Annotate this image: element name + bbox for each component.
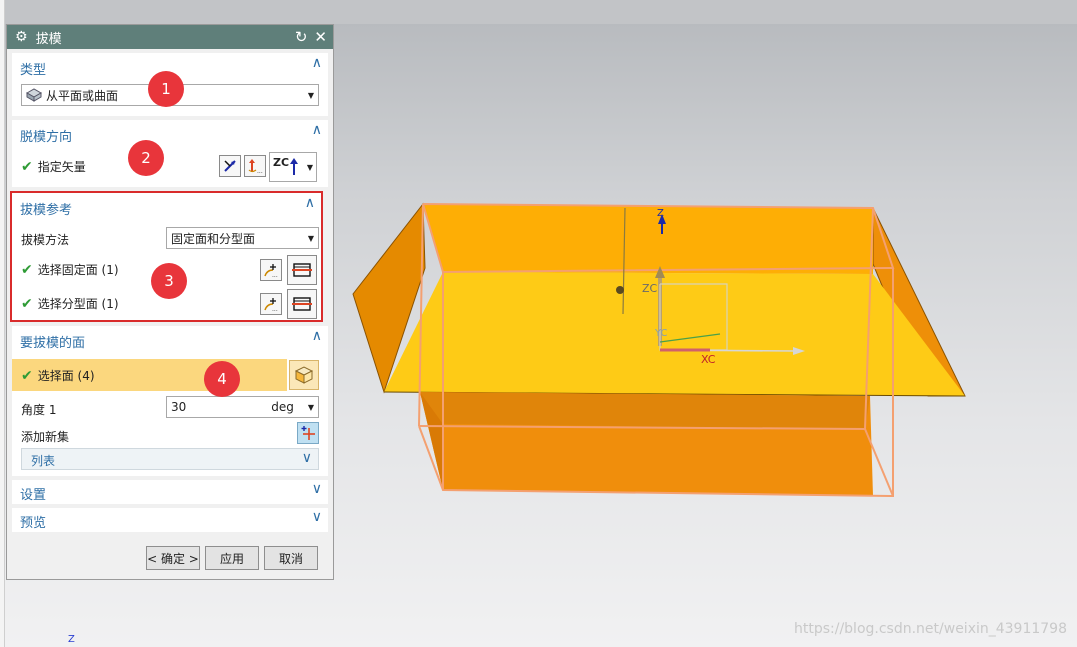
face-selector-icon: ... bbox=[264, 298, 278, 312]
checkmark-icon: ✔ bbox=[21, 261, 33, 278]
group-faces-header[interactable]: 要拔模的面 bbox=[20, 332, 85, 351]
svg-text:...: ... bbox=[272, 306, 278, 312]
vector-dialog-button[interactable]: ... bbox=[244, 155, 266, 177]
add-set-icon bbox=[301, 426, 315, 440]
list-expander[interactable]: 列表 bbox=[21, 448, 319, 470]
callout-badge-3: 3 bbox=[151, 263, 187, 299]
left-resource-strip bbox=[0, 0, 5, 647]
front-face[interactable] bbox=[384, 272, 965, 396]
expand-settings-icon bbox=[312, 481, 322, 497]
svg-text:...: ... bbox=[272, 272, 278, 278]
gear-icon: ⚙ bbox=[15, 29, 28, 45]
group-preview[interactable]: 预览 bbox=[12, 508, 328, 532]
axis-label-yc: YC bbox=[654, 328, 668, 339]
select-face-label-wrap: ✔ 选择面 (4) bbox=[21, 367, 95, 384]
parting-face-plane-button[interactable] bbox=[287, 289, 317, 319]
vector-constructor-icon: ... bbox=[248, 159, 263, 174]
checkmark-icon: ✔ bbox=[21, 158, 33, 175]
select-parting-face-row[interactable]: ✔ 选择分型面 (1) bbox=[21, 295, 119, 312]
chevron-down-icon: ▼ bbox=[307, 90, 314, 100]
corner-axis-z: Z bbox=[68, 634, 75, 645]
close-icon[interactable]: ✕ bbox=[314, 29, 327, 45]
svg-text:...: ... bbox=[257, 168, 263, 174]
chevron-down-icon: ▼ bbox=[306, 162, 313, 172]
angle-label: 角度 1 bbox=[21, 403, 57, 417]
dialog-title: 拔模 bbox=[35, 31, 62, 47]
collapse-faces-icon[interactable] bbox=[312, 328, 322, 344]
type-select-value: 从平面或曲面 bbox=[46, 88, 119, 103]
group-settings-header: 设置 bbox=[20, 488, 47, 503]
model-view[interactable]: Z ZC YC XC bbox=[335, 24, 1077, 647]
select-face-label: 选择面 (4) bbox=[37, 369, 95, 383]
watermark-text: https://blog.csdn.net/weixin_43911798 bbox=[793, 621, 1067, 637]
expand-preview-icon bbox=[312, 509, 322, 525]
face-cube-button[interactable] bbox=[289, 360, 319, 390]
angle-unit: deg bbox=[271, 400, 294, 414]
collapse-reference-icon[interactable] bbox=[305, 195, 315, 211]
axis-label-xc: XC bbox=[701, 353, 716, 366]
checkmark-icon: ✔ bbox=[21, 367, 33, 384]
add-new-set-label: 添加新集 bbox=[21, 430, 70, 444]
group-settings[interactable]: 设置 bbox=[12, 480, 328, 504]
group-preview-header: 预览 bbox=[20, 516, 47, 531]
plane-icon bbox=[292, 263, 312, 277]
draft-dialog: ⚙ 拔模 ↻ ✕ 类型 从平面或曲面 ▼ 脱模方向 ✔ 指定矢量 bbox=[6, 24, 334, 580]
collapse-type-icon[interactable] bbox=[312, 55, 322, 71]
draft-method-select[interactable]: 固定面和分型面 ▼ bbox=[166, 227, 319, 249]
angle-input[interactable]: 30 deg ▼ bbox=[166, 396, 319, 418]
select-parting-face-label: 选择分型面 (1) bbox=[37, 297, 119, 311]
reverse-direction-button[interactable] bbox=[219, 155, 241, 177]
top-face[interactable] bbox=[423, 204, 873, 274]
face-type-icon bbox=[26, 88, 42, 102]
apply-button[interactable]: 应用 bbox=[205, 546, 259, 570]
face-selector-icon: ... bbox=[264, 264, 278, 278]
top-window-strip bbox=[0, 0, 1077, 24]
angle-value: 30 bbox=[171, 400, 187, 414]
cube-icon bbox=[294, 366, 314, 384]
zc-arrow-icon bbox=[290, 158, 299, 175]
vector-option-select[interactable]: ZC ▼ bbox=[269, 152, 317, 182]
graphics-viewport[interactable]: Z ZC YC XC bbox=[335, 24, 1077, 647]
add-new-set-button[interactable] bbox=[297, 422, 319, 444]
group-type-header[interactable]: 类型 bbox=[20, 59, 46, 78]
callout-badge-1: 1 bbox=[148, 71, 184, 107]
reset-icon[interactable]: ↻ bbox=[295, 29, 308, 45]
callout-badge-2: 2 bbox=[128, 140, 164, 176]
cancel-button[interactable]: 取消 bbox=[264, 546, 318, 570]
plane-icon bbox=[292, 297, 312, 311]
list-label: 列表 bbox=[31, 454, 56, 468]
select-fixed-face-label: 选择固定面 (1) bbox=[37, 263, 119, 277]
callout-badge-4: 4 bbox=[204, 361, 240, 397]
fixed-face-selector-button[interactable]: ... bbox=[260, 259, 282, 281]
group-direction-header[interactable]: 脱模方向 bbox=[20, 126, 72, 145]
expand-list-icon bbox=[302, 450, 312, 466]
group-faces-to-draft: 要拔模的面 ✔ 选择面 (4) 角度 1 30 deg ▼ 添加新集 bbox=[12, 326, 328, 476]
fixed-face-plane-button[interactable] bbox=[287, 255, 317, 285]
specify-vector-label: 指定矢量 bbox=[37, 160, 86, 174]
specify-vector-row[interactable]: ✔ 指定矢量 bbox=[21, 158, 86, 175]
group-reference-header[interactable]: 拔模参考 bbox=[20, 199, 72, 218]
chevron-down-icon: ▼ bbox=[307, 233, 314, 243]
ok-button[interactable]: < 确定 > bbox=[146, 546, 200, 570]
draft-method-label: 拔模方法 bbox=[21, 233, 70, 247]
reverse-direction-icon bbox=[224, 160, 236, 172]
checkmark-icon: ✔ bbox=[21, 295, 33, 312]
draft-method-value: 固定面和分型面 bbox=[171, 231, 256, 246]
chevron-down-icon: ▼ bbox=[307, 402, 314, 412]
select-fixed-face-row[interactable]: ✔ 选择固定面 (1) bbox=[21, 261, 119, 278]
parting-face-selector-button[interactable]: ... bbox=[260, 293, 282, 315]
select-face-row[interactable]: ✔ 选择面 (4) bbox=[12, 359, 287, 391]
group-direction: 脱模方向 ✔ 指定矢量 ... ZC bbox=[12, 120, 328, 187]
axis-label-zc: ZC bbox=[642, 282, 658, 295]
dialog-title-bar: ⚙ 拔模 ↻ ✕ bbox=[7, 25, 333, 49]
vector-option-value: ZC bbox=[273, 155, 290, 169]
axis-label-z: Z bbox=[657, 208, 664, 219]
group-draft-reference: 拔模参考 拔模方法 固定面和分型面 ▼ ✔ 选择固定面 (1) ... bbox=[10, 191, 323, 322]
collapse-direction-icon[interactable] bbox=[312, 122, 322, 138]
